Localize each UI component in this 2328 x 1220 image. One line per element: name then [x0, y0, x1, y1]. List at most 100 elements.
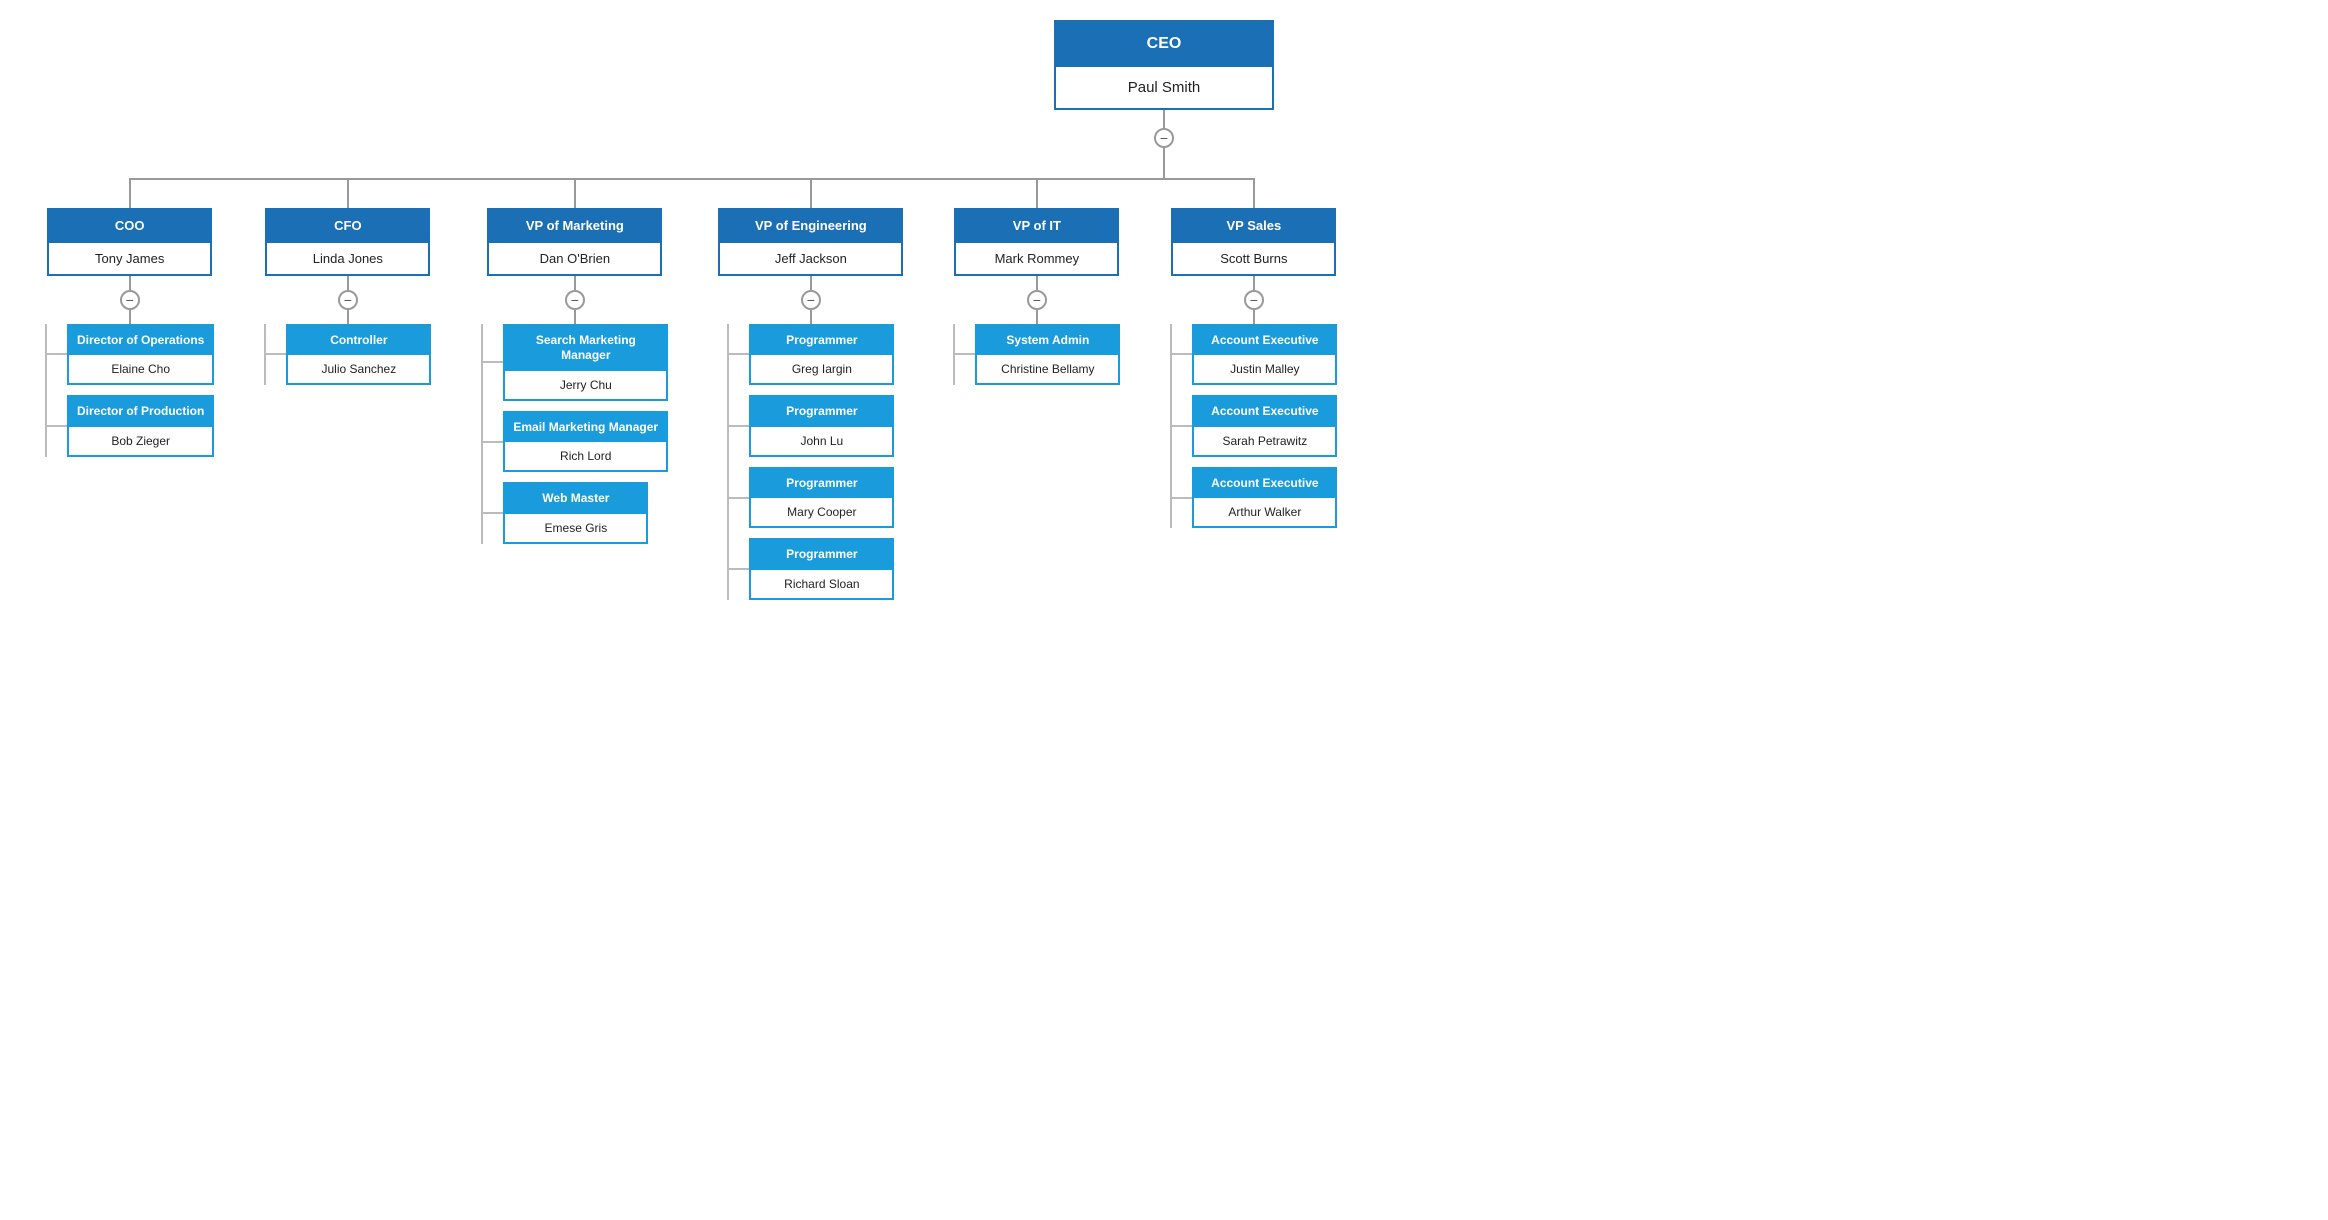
ceo-v-line [1163, 110, 1165, 128]
vpe-child-1-name: Greg Iargin [751, 355, 892, 383]
ceo-level: CEO Paul Smith − [1054, 20, 1274, 178]
vps-child-2-card: Account Executive Sarah Petrawitz [1192, 395, 1337, 457]
vpm-vline2 [574, 310, 576, 324]
vpe-card: VP of Engineering Jeff Jackson [718, 208, 903, 276]
vps-child-3-row: Account Executive Arthur Walker [1172, 467, 1337, 529]
l2-columns: COO Tony James − Director of Operations … [20, 178, 2308, 600]
vpe-child-3-row: Programmer Mary Cooper [729, 467, 894, 529]
vpit-child-1-hline [955, 353, 975, 355]
coo-card: COO Tony James [47, 208, 212, 276]
vps-child-2-title: Account Executive [1194, 397, 1335, 427]
cfo-child-1-hline [266, 353, 286, 355]
vps-node-with-children: VP Sales Scott Burns − Account Executive… [1170, 208, 1337, 529]
vpm-card: VP of Marketing Dan O'Brien [487, 208, 662, 276]
vpm-child-2-name: Rich Lord [505, 442, 666, 470]
vpe-child-4-name: Richard Sloan [751, 570, 892, 598]
vpe-collapse-btn[interactable]: − [801, 290, 821, 310]
vpm-child-3-name: Emese Gris [505, 514, 646, 542]
vps-collapse-btn[interactable]: − [1244, 290, 1264, 310]
vps-child-1-card: Account Executive Justin Malley [1192, 324, 1337, 386]
vpm-child-2-row: Email Marketing Manager Rich Lord [483, 411, 668, 473]
coo-name: Tony James [49, 243, 210, 274]
vps-child-3-title: Account Executive [1194, 469, 1335, 499]
cfo-vline [347, 276, 349, 290]
vps-child-1-name: Justin Malley [1194, 355, 1335, 383]
vps-title: VP Sales [1173, 210, 1334, 243]
cfo-subtree: Controller Julio Sanchez [264, 324, 431, 386]
cfo-card: CFO Linda Jones [265, 208, 430, 276]
vpe-subtree: Programmer Greg Iargin Programmer John L… [727, 324, 894, 600]
vpit-child-1-card: System Admin Christine Bellamy [975, 324, 1120, 386]
vpe-child-1-card: Programmer Greg Iargin [749, 324, 894, 386]
vpit-name: Mark Rommey [956, 243, 1117, 274]
ceo-collapse-btn[interactable]: − [1154, 128, 1174, 148]
ceo-name: Paul Smith [1056, 67, 1272, 108]
vpe-top-vline [810, 178, 812, 208]
cfo-child-1-card: Controller Julio Sanchez [286, 324, 431, 386]
vpm-top-vline [574, 178, 576, 208]
vpm-subtree: Search Marketing Manager Jerry Chu Email… [481, 324, 668, 544]
vps-vline [1253, 276, 1255, 290]
l2-col-coo: COO Tony James − Director of Operations … [20, 178, 239, 457]
vpm-child-3-row: Web Master Emese Gris [483, 482, 648, 544]
vpm-name: Dan O'Brien [489, 243, 660, 274]
coo-vline [129, 276, 131, 290]
vps-child-3-card: Account Executive Arthur Walker [1192, 467, 1337, 529]
vpit-vline [1036, 276, 1038, 290]
vpm-child-2-title: Email Marketing Manager [505, 413, 666, 443]
vpit-title: VP of IT [956, 210, 1117, 243]
vpe-child-2-row: Programmer John Lu [729, 395, 894, 457]
vps-vline2 [1253, 310, 1255, 324]
vpm-child-2-hline [483, 441, 503, 443]
coo-node-with-children: COO Tony James − Director of Operations … [45, 208, 214, 457]
coo-child-2-hline [47, 425, 67, 427]
vps-child-1-title: Account Executive [1194, 326, 1335, 356]
vpit-vline2 [1036, 310, 1038, 324]
coo-child-2-row: Director of Production Bob Zieger [47, 395, 214, 457]
vps-child-3-name: Arthur Walker [1194, 498, 1335, 526]
coo-child-1-card: Director of Operations Elaine Cho [67, 324, 214, 386]
coo-title: COO [49, 210, 210, 243]
vpm-child-3-card: Web Master Emese Gris [503, 482, 648, 544]
vpm-child-1-hline [483, 361, 503, 363]
vpe-child-2-name: John Lu [751, 427, 892, 455]
vpe-name: Jeff Jackson [720, 243, 901, 274]
ceo-card: CEO Paul Smith [1054, 20, 1274, 110]
vpe-child-4-hline [729, 568, 749, 570]
l2-col-vpit: VP of IT Mark Rommey − System Admin Chri… [928, 178, 1145, 385]
vpm-child-2-card: Email Marketing Manager Rich Lord [503, 411, 668, 473]
vpe-node-with-children: VP of Engineering Jeff Jackson − Program… [718, 208, 903, 600]
coo-child-2-name: Bob Zieger [69, 427, 212, 455]
vpm-vline [574, 276, 576, 290]
cfo-child-1-name: Julio Sanchez [288, 355, 429, 383]
vpe-child-2-card: Programmer John Lu [749, 395, 894, 457]
vpe-title: VP of Engineering [720, 210, 901, 243]
vpit-collapse-btn[interactable]: − [1027, 290, 1047, 310]
vps-child-3-hline [1172, 497, 1192, 499]
cfo-name: Linda Jones [267, 243, 428, 274]
vpm-node-with-children: VP of Marketing Dan O'Brien − Search Mar… [481, 208, 668, 544]
coo-collapse-btn[interactable]: − [120, 290, 140, 310]
vpm-child-1-card: Search Marketing Manager Jerry Chu [503, 324, 668, 401]
cfo-child-1-row: Controller Julio Sanchez [266, 324, 431, 386]
vpm-child-1-row: Search Marketing Manager Jerry Chu [483, 324, 668, 401]
vpit-subtree: System Admin Christine Bellamy [953, 324, 1120, 386]
vpe-vline [810, 276, 812, 290]
cfo-collapse-btn[interactable]: − [338, 290, 358, 310]
cfo-top-vline [347, 178, 349, 208]
vpe-child-3-hline [729, 497, 749, 499]
vpit-top-vline [1036, 178, 1038, 208]
vpe-child-1-row: Programmer Greg Iargin [729, 324, 894, 386]
vpm-collapse-btn[interactable]: − [565, 290, 585, 310]
vps-child-2-name: Sarah Petrawitz [1194, 427, 1335, 455]
cfo-child-1-title: Controller [288, 326, 429, 356]
ceo-v-line2 [1163, 148, 1165, 178]
vpe-child-3-name: Mary Cooper [751, 498, 892, 526]
coo-child-1-name: Elaine Cho [69, 355, 212, 383]
coo-child-1-hline [47, 353, 67, 355]
vpit-card: VP of IT Mark Rommey [954, 208, 1119, 276]
coo-child-1-title: Director of Operations [69, 326, 212, 356]
vpe-child-3-title: Programmer [751, 469, 892, 499]
l2-col-vpe: VP of Engineering Jeff Jackson − Program… [693, 178, 928, 600]
vpm-child-1-name: Jerry Chu [505, 371, 666, 399]
